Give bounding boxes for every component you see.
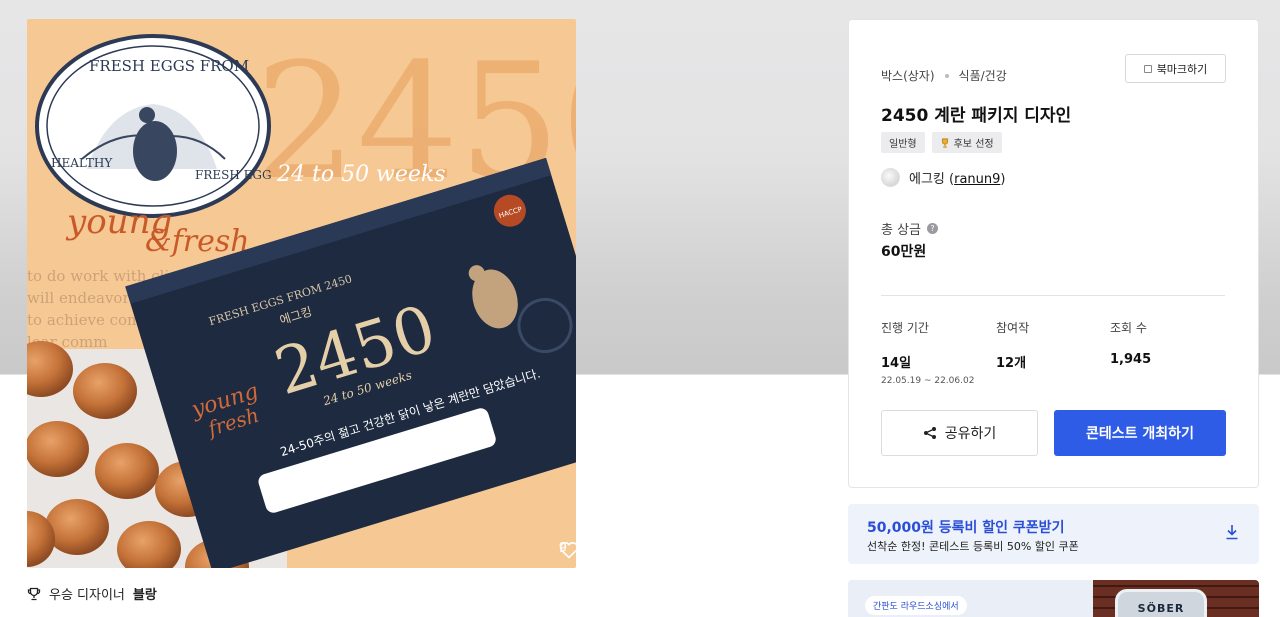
egg-package-artwork: 2450 24 to 50 weeks to do work with clie… [27,19,576,568]
tag-type: 일반형 [881,132,925,153]
fresh-eggs-badge: FRESH EGGS FROM HEALTHY FRESH EGG [35,34,272,218]
total-prize-label: 총 상금 ? [881,219,939,238]
coupon-subtitle: 선착순 한정! 콘테스트 등록비 50% 할인 쿠폰 [867,540,1079,553]
coupon-title: 50,000원 등록비 할인 쿠폰받기 [867,520,1065,536]
bookmark-button[interactable]: 북마크하기 [1125,54,1226,83]
stat-entries: 참여작 12개 [996,321,1030,371]
share-icon [923,427,936,439]
divider [881,295,1225,296]
trophy-icon [27,587,41,600]
host-contest-button[interactable]: 콘테스트 개최하기 [1054,410,1226,456]
breadcrumb: 박스(상자) 식품/건강 [881,67,1007,84]
download-icon[interactable] [1225,524,1239,540]
coupon-banner[interactable]: 50,000원 등록비 할인 쿠폰받기 선착순 한정! 콘테스트 등록비 50%… [848,504,1259,564]
breadcrumb-separator [944,73,949,78]
bookmark-label: 북마크하기 [1156,62,1208,76]
share-button[interactable]: 공유하기 [881,410,1038,456]
like-counter[interactable]: 9 [559,541,576,559]
bookmark-icon [1143,64,1152,73]
stat-views: 조회 수 1,945 [1110,321,1152,367]
winner-name[interactable]: 블랑 [133,584,157,603]
winner-designer: 우승 디자이너 블랑 [27,584,157,603]
trophy-icon [941,137,948,148]
heart-icon[interactable] [559,541,576,559]
contest-hero-image[interactable]: 2450 24 to 50 weeks to do work with clie… [27,19,576,568]
author-id[interactable]: ranun9 [954,172,1000,187]
svg-text:HEALTHY: HEALTHY [51,156,113,170]
breadcrumb-subcategory[interactable]: 식품/건강 [959,67,1007,84]
weeks-text: 24 to 50 weeks [276,162,446,187]
contest-tags: 일반형 후보 선정 [881,132,1002,153]
contest-title: 2450 계란 패키지 디자인 [881,106,1072,126]
help-icon[interactable]: ? [927,223,939,234]
banner-pill: 간판도 라우드소싱에서 [865,596,967,615]
winner-label: 우승 디자이너 [49,588,125,603]
breadcrumb-category[interactable]: 박스(상자) [881,67,935,84]
stat-duration: 진행 기간 14일 22.05.19 ~ 22.06.02 [881,321,975,386]
signage-ad-banner[interactable]: 간판도 라우드소싱에서 SÖBER [848,580,1259,617]
sign-image: SÖBER [1115,589,1207,617]
author-name: 에그킹 [909,172,945,187]
contest-info-card: 박스(상자) 식품/건강 북마크하기 2450 계란 패키지 디자인 일반형 후… [848,19,1259,488]
tag-candidate: 후보 선정 [931,132,1002,153]
share-label: 공유하기 [944,426,997,442]
svg-text:FRESH EGG: FRESH EGG [195,168,272,182]
total-prize-value: 60만원 [881,244,927,260]
avatar [881,168,900,187]
brick-wall-image: SÖBER [1093,580,1259,617]
host-contest-label: 콘테스트 개최하기 [1086,426,1194,442]
svg-text:FRESH EGGS FROM: FRESH EGGS FROM [89,57,249,75]
contest-host[interactable]: 에그킹 (ranun9) [881,168,1006,187]
